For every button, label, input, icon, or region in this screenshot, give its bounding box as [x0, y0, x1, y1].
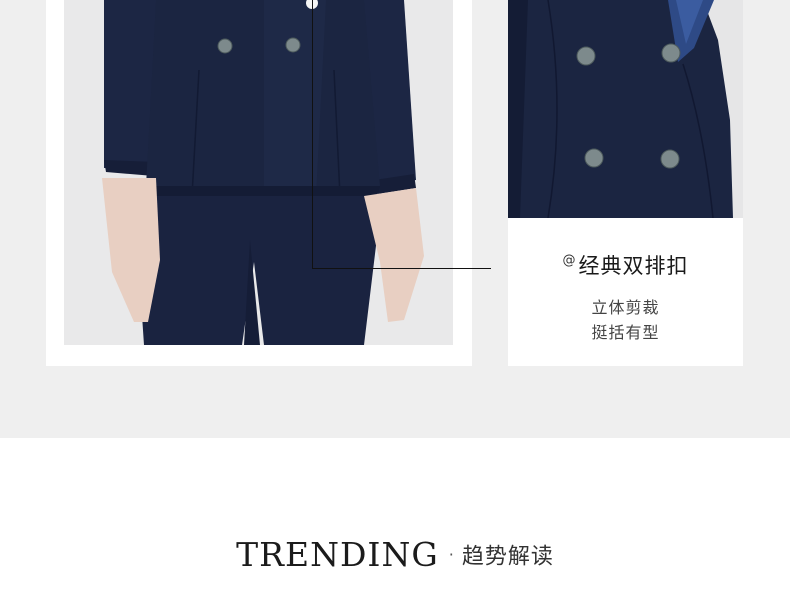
suit-button-closeup-photo	[508, 0, 743, 218]
trending-title-cn: 趋势解读	[461, 544, 554, 570]
detail-line-1: 立体剪裁	[591, 298, 660, 317]
detail-line-2: 挺括有型	[591, 323, 660, 342]
suit-full-photo	[64, 0, 453, 345]
detail-title-text: 经典双排扣	[578, 254, 689, 278]
at-mark: @	[562, 253, 577, 268]
trending-title-en: TRENDING	[236, 535, 439, 574]
title-separator: ·	[448, 545, 454, 564]
detail-title: @经典双排扣	[508, 250, 743, 280]
trending-heading: TRENDING · 趋势解读	[0, 535, 790, 574]
